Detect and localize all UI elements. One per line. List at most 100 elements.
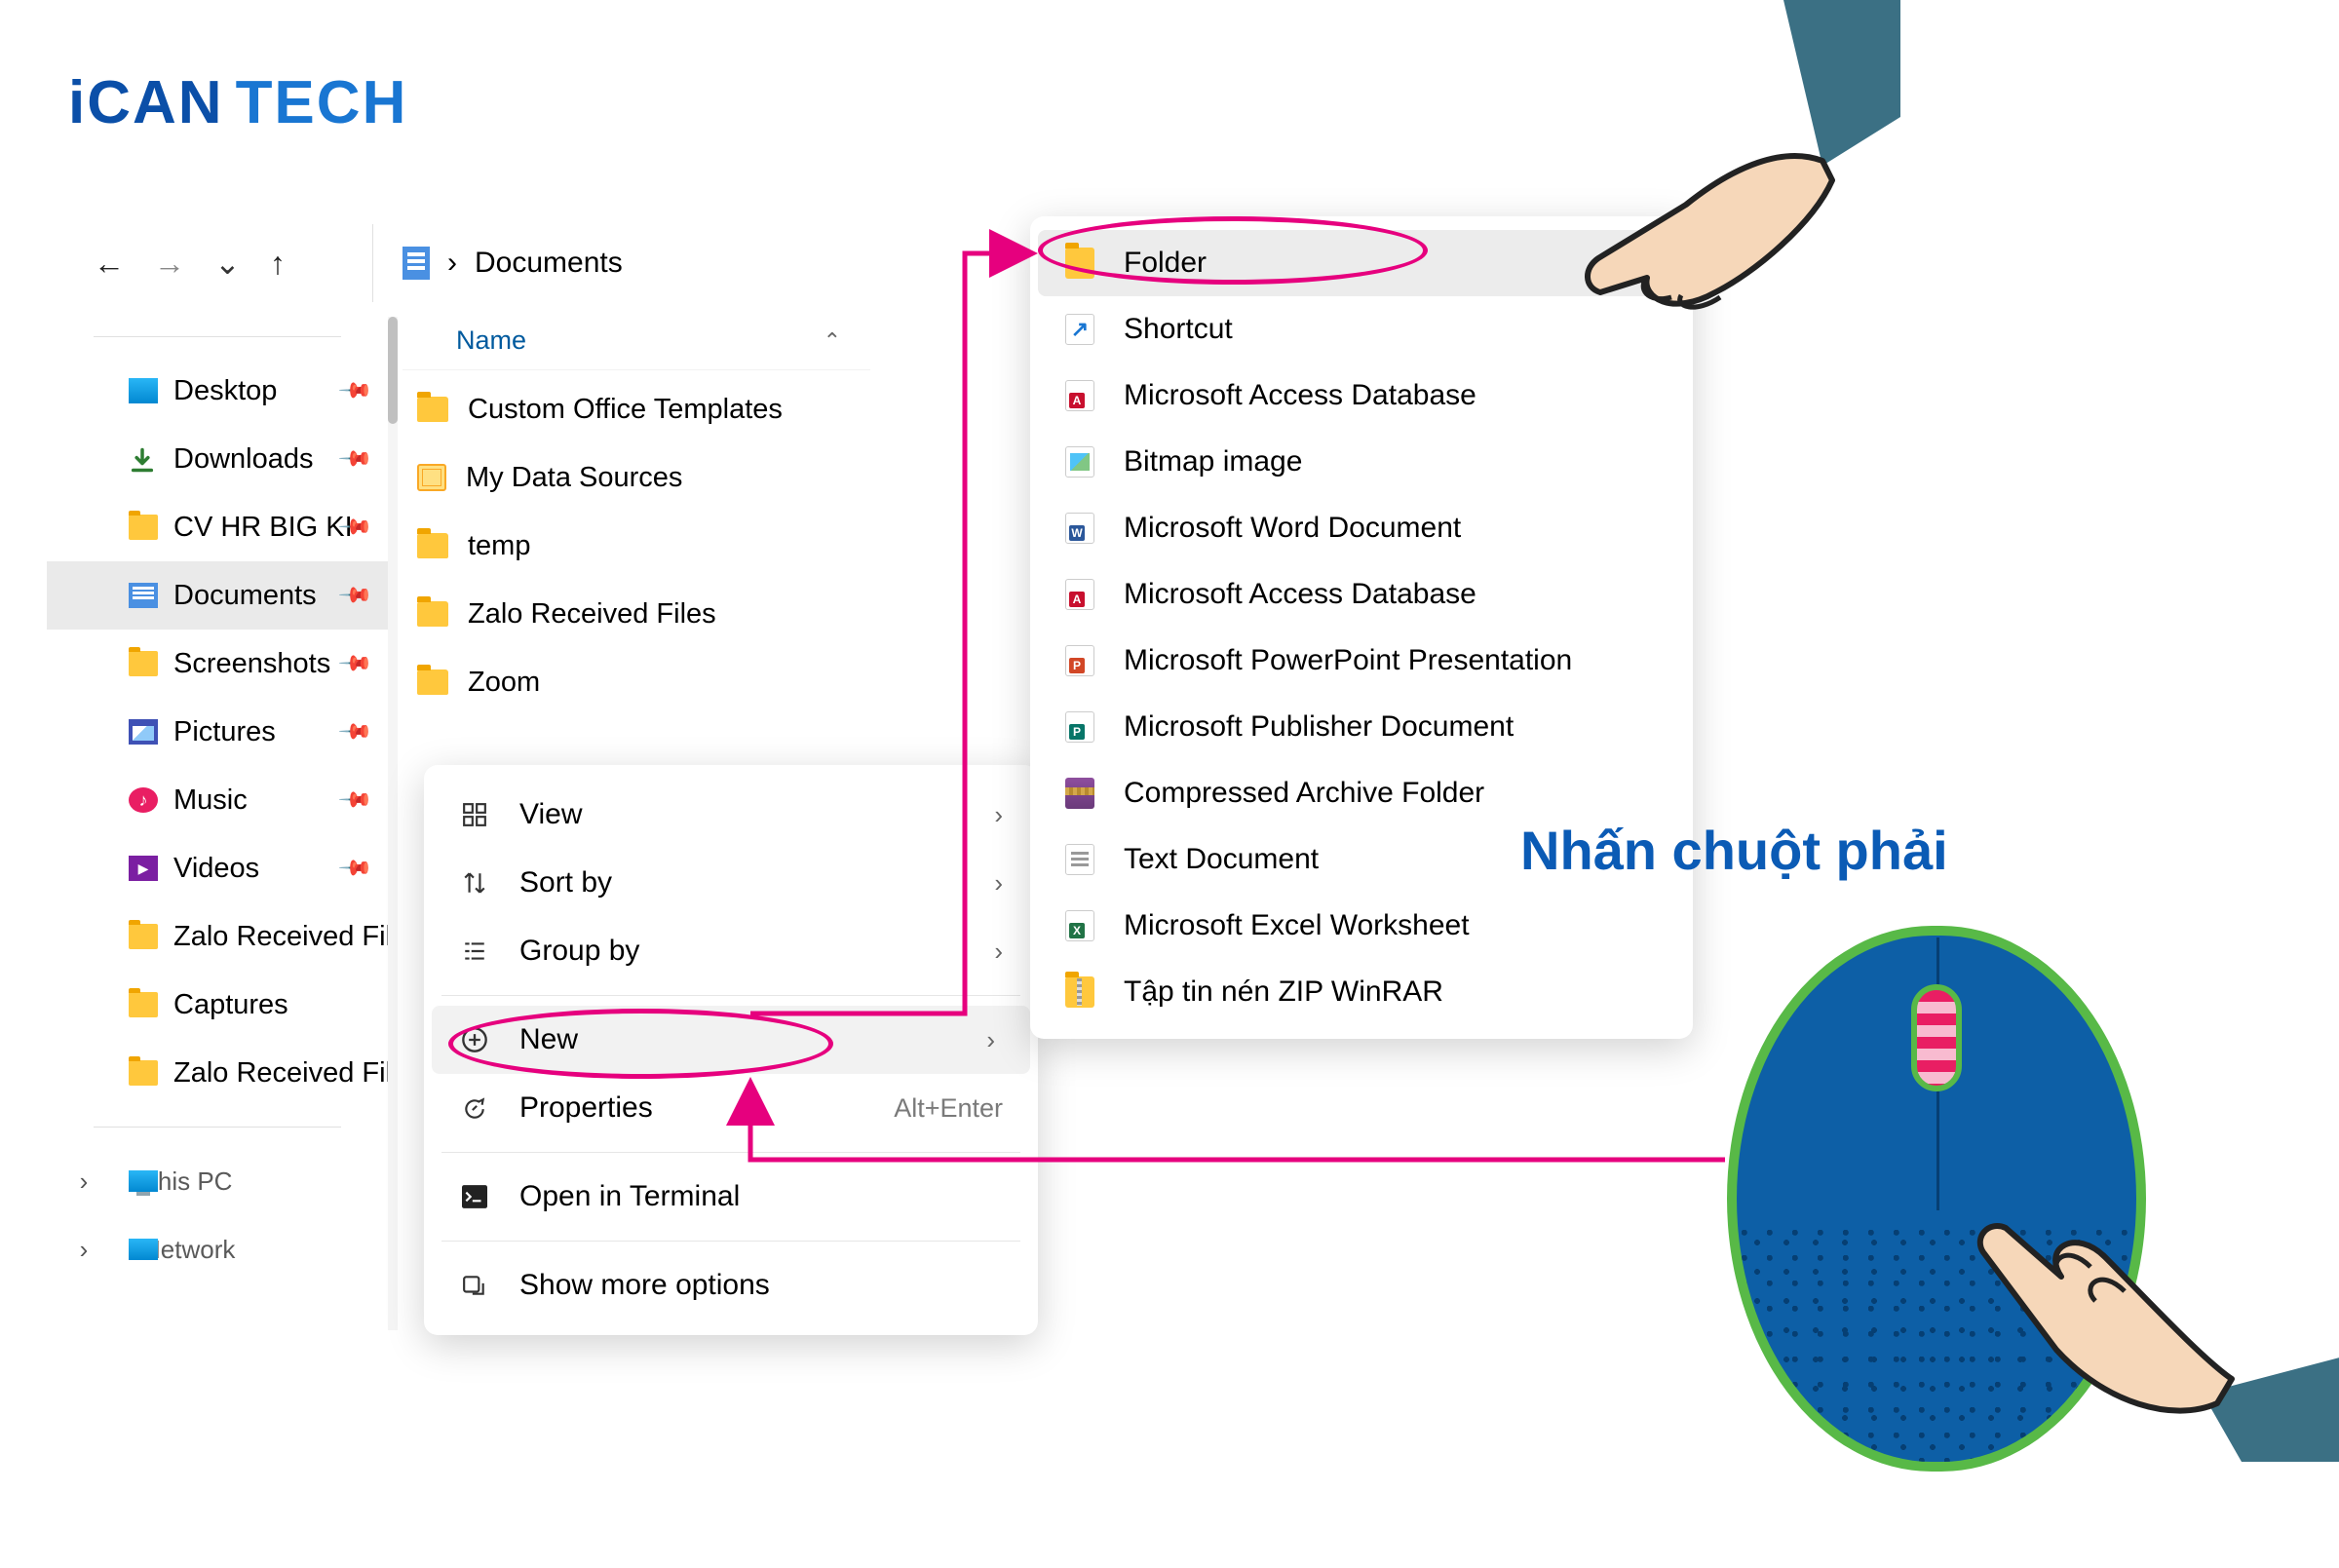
sidebar-item-label: Pictures bbox=[173, 716, 276, 748]
file-item[interactable]: Custom Office Templates bbox=[417, 375, 783, 443]
back-button[interactable]: ← bbox=[94, 246, 125, 282]
hand-pointing-folder bbox=[1491, 0, 1900, 312]
new-microsoft-access-database[interactable]: Microsoft Access Database bbox=[1030, 561, 1693, 628]
context-menu: View› Sort by› Group by› New› Properties… bbox=[424, 765, 1038, 1335]
word-icon bbox=[1065, 513, 1094, 544]
folder-icon bbox=[129, 515, 158, 540]
sidebar-item-videos[interactable]: Videos📌 bbox=[47, 834, 388, 902]
new-submenu: FolderShortcutMicrosoft Access DatabaseB… bbox=[1030, 216, 1693, 1039]
sidebar-item-label: CV HR BIG KI bbox=[173, 512, 353, 544]
column-header-name[interactable]: Name ⌃ bbox=[403, 312, 870, 370]
access-icon bbox=[1065, 579, 1094, 610]
submenu-arrow-icon: › bbox=[986, 1025, 995, 1055]
submenu-arrow-icon: › bbox=[994, 800, 1003, 830]
network-icon bbox=[129, 1239, 158, 1260]
new-microsoft-excel-worksheet[interactable]: Microsoft Excel Worksheet bbox=[1030, 893, 1693, 959]
submenu-item-label: Microsoft Access Database bbox=[1124, 379, 1476, 412]
folder-icon bbox=[417, 601, 448, 627]
txt-icon bbox=[1065, 844, 1094, 875]
submenu-item-label: Microsoft Access Database bbox=[1124, 578, 1476, 611]
up-button[interactable]: ↑ bbox=[270, 246, 286, 282]
folder-icon bbox=[417, 533, 448, 558]
ppt-icon bbox=[1065, 645, 1094, 676]
pub-icon bbox=[1065, 711, 1094, 743]
recent-dropdown[interactable]: ⌄ bbox=[214, 245, 241, 282]
forward-button[interactable]: → bbox=[154, 246, 185, 282]
submenu-item-label: Shortcut bbox=[1124, 313, 1233, 346]
ctx-new[interactable]: New› bbox=[432, 1006, 1030, 1074]
new-microsoft-word-document[interactable]: Microsoft Word Document bbox=[1030, 495, 1693, 561]
submenu-item-label: Microsoft Publisher Document bbox=[1124, 710, 1514, 744]
file-item[interactable]: My Data Sources bbox=[417, 443, 783, 512]
pin-icon: 📌 bbox=[336, 577, 373, 614]
sidebar-scrollbar-thumb[interactable] bbox=[388, 317, 398, 424]
sidebar-item-captures[interactable]: Captures bbox=[47, 971, 388, 1039]
sidebar-item-desktop[interactable]: Desktop📌 bbox=[47, 357, 388, 425]
nav-buttons: ← → ⌄ ↑ bbox=[47, 224, 373, 302]
excel-icon bbox=[1065, 910, 1094, 941]
sidebar-item-pictures[interactable]: Pictures📌 bbox=[47, 698, 388, 766]
folder-icon bbox=[129, 924, 158, 949]
folder-icon bbox=[417, 669, 448, 695]
ctx-terminal[interactable]: Open in Terminal bbox=[424, 1163, 1038, 1231]
file-list: Custom Office Templates My Data Sources te… bbox=[417, 375, 783, 716]
video-icon bbox=[129, 856, 158, 881]
submenu-item-label: Microsoft Excel Worksheet bbox=[1124, 909, 1470, 942]
new-bitmap-image[interactable]: Bitmap image bbox=[1030, 429, 1693, 495]
new-tập-tin-nén-zip-winrar[interactable]: Tập tin nén ZIP WinRAR bbox=[1030, 959, 1693, 1025]
file-label: My Data Sources bbox=[466, 462, 682, 494]
new-compressed-archive-folder[interactable]: Compressed Archive Folder bbox=[1030, 760, 1693, 826]
sidebar-item-label: Documents bbox=[173, 580, 317, 612]
sort-icon bbox=[459, 867, 490, 899]
pc-icon bbox=[129, 1170, 158, 1192]
view-icon bbox=[459, 799, 490, 830]
rar-icon bbox=[1065, 778, 1094, 809]
ctx-group[interactable]: Group by› bbox=[424, 917, 1038, 985]
submenu-item-label: Tập tin nén ZIP WinRAR bbox=[1124, 975, 1443, 1009]
desktop-icon bbox=[129, 378, 158, 403]
chevron-right-icon: › bbox=[74, 1166, 94, 1197]
breadcrumb[interactable]: › Documents bbox=[403, 224, 623, 302]
sidebar-item-zalo-received-fil[interactable]: Zalo Received Fil bbox=[47, 1039, 388, 1107]
sidebar-item-zalo-received-fil[interactable]: Zalo Received Fil bbox=[47, 902, 388, 971]
new-microsoft-powerpoint-presentation[interactable]: Microsoft PowerPoint Presentation bbox=[1030, 628, 1693, 694]
folder-icon bbox=[129, 1060, 158, 1086]
ctx-more-options[interactable]: Show more options bbox=[424, 1251, 1038, 1319]
folder-icon bbox=[129, 651, 158, 676]
download-icon bbox=[129, 446, 158, 472]
file-item[interactable]: temp bbox=[417, 512, 783, 580]
sidebar-item-music[interactable]: Music 📌 bbox=[47, 766, 388, 834]
hand-pointing-mouse bbox=[1949, 1111, 2339, 1462]
ctx-sort[interactable]: Sort by› bbox=[424, 849, 1038, 917]
sidebar-item-label: Music bbox=[173, 784, 248, 817]
sidebar-item-label: Screenshots bbox=[173, 648, 330, 680]
documents-icon bbox=[403, 247, 430, 280]
new-microsoft-publisher-document[interactable]: Microsoft Publisher Document bbox=[1030, 694, 1693, 760]
shortcut-icon bbox=[1065, 314, 1094, 345]
ctx-view[interactable]: View› bbox=[424, 781, 1038, 849]
sidebar-item-downloads[interactable]: Downloads📌 bbox=[47, 425, 388, 493]
music-icon bbox=[129, 787, 158, 813]
breadcrumb-sep: › bbox=[447, 247, 457, 280]
pin-icon: 📌 bbox=[336, 645, 373, 682]
pin-icon: 📌 bbox=[336, 372, 373, 409]
sidebar-item-label: Videos bbox=[173, 853, 259, 885]
sidebar-item-label: Captures bbox=[173, 989, 288, 1021]
breadcrumb-loc[interactable]: Documents bbox=[475, 247, 623, 280]
sidebar-item-documents[interactable]: Documents 📌 bbox=[47, 561, 388, 630]
folder-icon bbox=[417, 397, 448, 422]
docs-icon bbox=[129, 583, 158, 608]
file-item[interactable]: Zalo Received Files bbox=[417, 580, 783, 648]
shortcut-hint: Alt+Enter bbox=[894, 1093, 1003, 1124]
network[interactable]: › Network bbox=[47, 1215, 388, 1283]
file-label: Zalo Received Files bbox=[468, 598, 716, 631]
sidebar-item-cv-hr-big-ki[interactable]: CV HR BIG KI📌 bbox=[47, 493, 388, 561]
sidebar-item-screenshots[interactable]: Screenshots📌 bbox=[47, 630, 388, 698]
submenu-item-label: Microsoft Word Document bbox=[1124, 512, 1461, 545]
pin-icon: 📌 bbox=[336, 782, 373, 819]
new-microsoft-access-database[interactable]: Microsoft Access Database bbox=[1030, 363, 1693, 429]
this-pc[interactable]: › This PC bbox=[47, 1147, 388, 1215]
sidebar-item-label: Downloads bbox=[173, 443, 313, 476]
file-item[interactable]: Zoom bbox=[417, 648, 783, 716]
ctx-properties[interactable]: PropertiesAlt+Enter bbox=[424, 1074, 1038, 1142]
